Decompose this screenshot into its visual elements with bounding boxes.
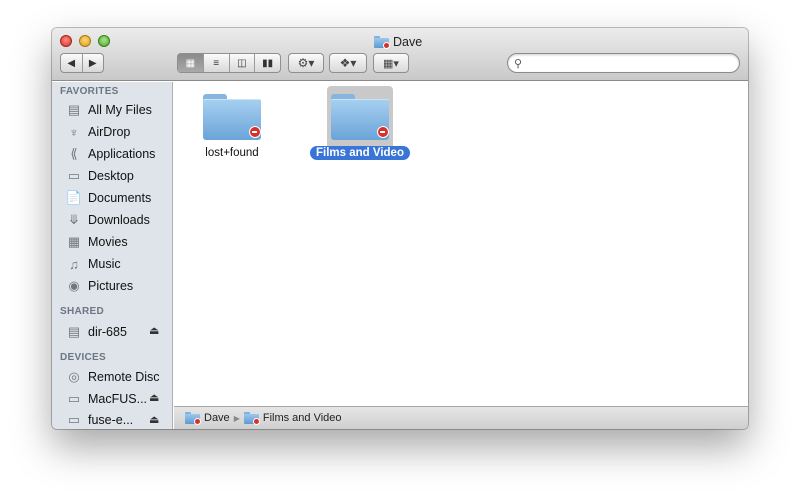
sidebar-item-fuse[interactable]: ▭ fuse-e...	[66, 410, 133, 429]
coverflow-view-icon[interactable]: ▮▮	[255, 54, 280, 72]
sidebar-item-label: Documents	[88, 191, 152, 205]
search-icon: ⚲	[514, 58, 523, 70]
no-access-badge-icon	[377, 126, 389, 138]
dropbox-icon: ❖▾	[339, 56, 357, 70]
remote-disc-icon: ◎	[68, 369, 80, 384]
sidebar-item-airdrop[interactable]: ♆ AirDrop	[66, 122, 130, 142]
sidebar-item-label: Pictures	[88, 279, 134, 293]
documents-icon: 📄	[65, 190, 83, 205]
sidebar-item-music[interactable]: ♫ Music	[66, 254, 121, 274]
pictures-icon: ◉	[68, 278, 80, 293]
sidebar-item-label: AirDrop	[88, 125, 131, 139]
sidebar-item-desktop[interactable]: ▭ Desktop	[66, 166, 134, 186]
close-button[interactable]	[60, 35, 72, 47]
file-browser: lost+found Films and Video	[174, 82, 748, 406]
sidebar-item-downloads[interactable]: ⤋ Downloads	[66, 210, 150, 230]
drive-icon: ▭	[67, 391, 81, 406]
sidebar-item-documents[interactable]: 📄 Documents	[66, 188, 151, 208]
desktop-icon: ▭	[67, 168, 81, 183]
network-computer-icon: ▤	[67, 324, 81, 339]
sidebar-item-applications[interactable]: ⟪ Applications	[66, 144, 155, 164]
airdrop-icon: ♆	[69, 124, 79, 140]
drive-icon: ▭	[67, 412, 81, 427]
sidebar-header-shared: SHARED	[60, 306, 105, 317]
sidebar-item-dir-685[interactable]: ▤ dir-685	[66, 322, 127, 342]
minimize-button[interactable]	[79, 35, 91, 47]
no-access-badge-icon	[249, 126, 261, 138]
gear-icon: ⚙▾	[297, 56, 315, 70]
list-view-icon[interactable]: ≡	[204, 54, 230, 72]
sidebar-item-macfus[interactable]: ▭ MacFUS...	[66, 389, 147, 409]
window-title: Dave	[374, 34, 422, 50]
column-view-icon[interactable]: ◫	[230, 54, 256, 72]
folder-icon	[374, 36, 390, 49]
folder-icon	[203, 94, 261, 140]
file-name: lost+found	[205, 147, 259, 159]
sidebar-item-label: MacFUS...	[88, 392, 148, 406]
dropbox-button[interactable]: ❖▾	[329, 53, 367, 73]
eject-icon[interactable]: ⏏	[149, 391, 159, 404]
action-button[interactable]: ⚙▾	[288, 53, 324, 73]
sidebar-item-label: Movies	[88, 235, 128, 249]
toolbar: Dave ◀ ▶ ▦ ≡ ◫ ▮▮ ⚙▾ ❖▾ ▦▾ ⚲	[52, 28, 748, 81]
arrange-icon: ▦▾	[383, 57, 399, 70]
sidebar-item-pictures[interactable]: ◉ Pictures	[66, 276, 133, 296]
file-item-selected[interactable]: Films and Video	[305, 94, 415, 160]
folder-icon	[243, 412, 260, 425]
sidebar: FAVORITES ▤ All My Files ♆ AirDrop ⟪ App…	[52, 82, 173, 429]
sidebar-item-label: Applications	[88, 147, 156, 161]
search-field[interactable]: ⚲	[507, 53, 740, 73]
all-files-icon: ▤	[67, 102, 81, 117]
sidebar-item-label: Remote Disc	[88, 370, 160, 384]
sidebar-item-all-my-files[interactable]: ▤ All My Files	[66, 100, 152, 120]
downloads-icon: ⤋	[68, 212, 80, 227]
movies-icon: ▦	[67, 234, 81, 249]
sidebar-item-label: fuse-e...	[88, 413, 134, 427]
window-title-label: Dave	[393, 35, 423, 49]
applications-icon: ⟪	[70, 146, 78, 161]
view-control: ▦ ≡ ◫ ▮▮	[177, 53, 281, 73]
path-separator-icon: ▶	[233, 413, 240, 423]
zoom-button[interactable]	[98, 35, 110, 47]
folder-icon	[331, 94, 389, 140]
sidebar-item-label: All My Files	[88, 103, 152, 117]
back-arrow-icon[interactable]: ◀	[61, 54, 83, 72]
sidebar-item-label: Desktop	[88, 169, 134, 183]
icon-view-icon[interactable]: ▦	[178, 54, 204, 72]
music-icon: ♫	[69, 256, 79, 272]
sidebar-item-label: dir-685	[88, 325, 127, 339]
path-bar: Dave ▶ Films and Video	[174, 406, 748, 429]
eject-icon[interactable]: ⏏	[149, 413, 159, 426]
sidebar-header-devices: DEVICES	[60, 352, 107, 363]
sidebar-item-label: Music	[88, 257, 121, 271]
file-name: Films and Video	[310, 146, 410, 160]
sidebar-header-favorites: FAVORITES	[60, 86, 119, 97]
folder-icon	[185, 412, 201, 425]
eject-icon[interactable]: ⏏	[149, 324, 159, 337]
finder-window: Dave ◀ ▶ ▦ ≡ ◫ ▮▮ ⚙▾ ❖▾ ▦▾ ⚲ FAVORITES ▤…	[52, 28, 748, 429]
back-forward-control: ◀ ▶	[60, 53, 104, 73]
path-segment[interactable]: Dave	[204, 412, 230, 424]
arrange-button[interactable]: ▦▾	[373, 53, 409, 73]
forward-arrow-icon[interactable]: ▶	[83, 54, 104, 72]
sidebar-item-remote-disc[interactable]: ◎ Remote Disc	[66, 367, 160, 387]
sidebar-item-movies[interactable]: ▦ Movies	[66, 232, 128, 252]
file-item[interactable]: lost+found	[177, 94, 287, 160]
path-segment[interactable]: Films and Video	[263, 412, 342, 424]
sidebar-item-label: Downloads	[88, 213, 150, 227]
